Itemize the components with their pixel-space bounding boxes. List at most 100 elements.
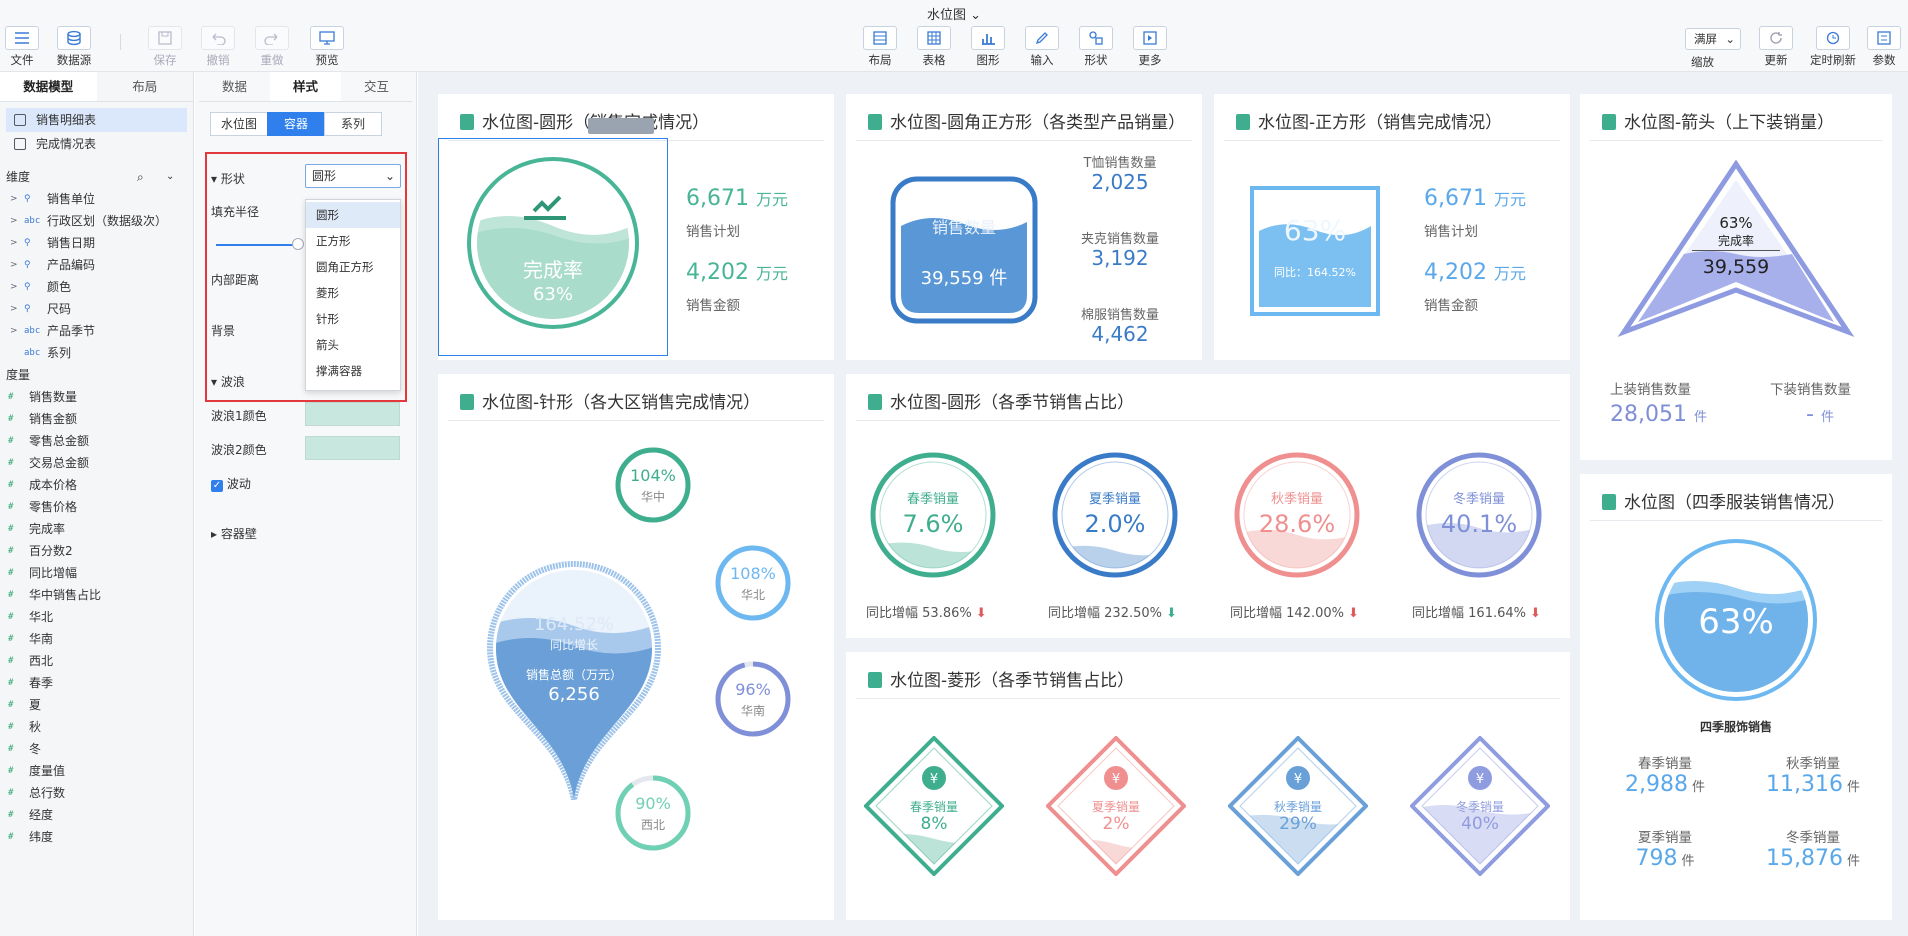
zoom-value: 满屏 [1694, 32, 1717, 46]
card-season-circles[interactable]: 水位图-圆形（各季节销售占比） 春季销量 7.6% 同比增幅 53.86% ⬇ 夏季销量… [846, 374, 1570, 638]
measure-item[interactable]: # 零售价格 [0, 496, 193, 518]
region-ring [715, 661, 791, 737]
measure-item[interactable]: # 经度 [0, 804, 193, 826]
measure-name: 零售价格 [29, 500, 78, 514]
measure-item[interactable]: # 华北 [0, 606, 193, 628]
dimension-item[interactable]: > ⚲ 颜色 [0, 276, 193, 298]
table-button[interactable]: 表格 [912, 26, 956, 68]
segment-waterlevel[interactable]: 水位图 [210, 112, 268, 136]
measure-item[interactable]: # 成本价格 [0, 474, 193, 496]
measure-item[interactable]: # 百分数2 [0, 540, 193, 562]
dimension-item[interactable]: > ⚲ 产品编码 [0, 254, 193, 276]
measure-item[interactable]: # 销售金额 [0, 408, 193, 430]
caret-down-icon: ▾ [211, 375, 218, 389]
document-title[interactable]: 水位图 ⌄ [0, 4, 1908, 23]
datasource-button[interactable]: 数据源 [52, 26, 96, 68]
chevron-down-icon[interactable]: ⌄ [166, 166, 174, 188]
measure-item[interactable]: # 销售数量 [0, 386, 193, 408]
shape-option[interactable]: 针形 [306, 306, 400, 332]
zoom-select[interactable]: 满屏 ⌄ [1685, 28, 1741, 50]
dimension-item[interactable]: > abc 行政区划（数据级次） [0, 210, 193, 232]
wave-row[interactable]: ▾ 波浪 [211, 373, 245, 390]
dimension-name: 产品季节 [47, 324, 96, 338]
text-field-icon: abc [24, 216, 41, 226]
measure-item[interactable]: # 度量值 [0, 760, 193, 782]
wave1-color-swatch[interactable] [305, 402, 400, 426]
container-wall-row[interactable]: ▸ 容器壁 [211, 525, 257, 542]
shape-option[interactable]: 箭头 [306, 332, 400, 358]
segment-series[interactable]: 系列 [324, 112, 382, 136]
tab-style[interactable]: 样式 [270, 72, 341, 101]
segment-container[interactable]: 容器 [267, 112, 325, 136]
measure-item[interactable]: # 同比增幅 [0, 562, 193, 584]
tab-data-model[interactable]: 数据模型 [0, 72, 97, 101]
card-four-season[interactable]: 水位图（四季服装销售情况） 63% 四季服饰销售 春季销量 2,988 件秋季销量 1… [1580, 474, 1892, 920]
tab-interaction[interactable]: 交互 [341, 72, 412, 101]
slider-handle[interactable] [292, 238, 304, 250]
card-square-sales[interactable]: 水位图-正方形（销售完成情况） 63% 同比：164.52% 6,671 万元 … [1214, 94, 1570, 360]
redo-button[interactable]: 重做 [250, 26, 294, 68]
preview-button[interactable]: 预览 [305, 26, 349, 68]
measure-item[interactable]: # 华中销售占比 [0, 584, 193, 606]
undo-button[interactable]: 撤销 [196, 26, 240, 68]
dimension-name: 尺码 [47, 302, 72, 316]
measure-item[interactable]: # 冬 [0, 738, 193, 760]
measure-item[interactable]: # 春季 [0, 672, 193, 694]
container-wall-label: 容器壁 [220, 527, 257, 541]
measure-item[interactable]: # 华南 [0, 628, 193, 650]
notebook-icon [1602, 494, 1616, 510]
card-rounded-square[interactable]: 水位图-圆角正方形（各类型产品销量） 销售数量 39,559 件 T恤销售数量 2… [846, 94, 1202, 360]
search-icon[interactable]: ⌕ [137, 166, 144, 188]
measure-item[interactable]: # 完成率 [0, 518, 193, 540]
dimension-item[interactable]: > ⚲ 销售日期 [0, 232, 193, 254]
table-icon [14, 138, 26, 150]
shape-option[interactable]: 正方形 [306, 228, 400, 254]
large-percent: 63% [1698, 602, 1774, 642]
measure-item[interactable]: # 交易总金额 [0, 452, 193, 474]
card-circle-sales[interactable]: 水位图-圆形（销售完成情况） 完成率 63% 6,671 万元 销售计划 4,2… [438, 94, 834, 360]
pin-value: 6,256 [548, 684, 600, 705]
layout-button[interactable]: 布局 [858, 26, 902, 68]
card-pin-regions[interactable]: 水位图-针形（各大区销售完成情况） 164.52% 同比增长 销售总额（万元） … [438, 374, 834, 920]
more-button[interactable]: 更多 [1128, 26, 1172, 68]
shape-button[interactable]: 形状 [1074, 26, 1118, 68]
refresh-button[interactable]: 更新 [1754, 26, 1798, 68]
timer-refresh-button[interactable]: 定时刷新 [1808, 26, 1858, 68]
card-season-diamonds[interactable]: 水位图-菱形（各季节销售占比） ¥ 春季销量 8% ¥ 夏季销量 2% ¥ 秋季销量 29% ¥ 冬… [846, 652, 1570, 920]
square-percent: 63% [1283, 214, 1347, 247]
table-item-completion[interactable]: 完成情况表 [6, 132, 187, 156]
dimension-item[interactable]: > ⚲ 销售单位 [0, 188, 193, 210]
measure-item[interactable]: # 秋 [0, 716, 193, 738]
divider [1224, 140, 1560, 141]
measure-icon: # [8, 436, 14, 446]
measure-item[interactable]: # 西北 [0, 650, 193, 672]
region-percent: 108% [730, 564, 776, 583]
file-button[interactable]: 文件 [0, 26, 44, 68]
dimension-item[interactable]: abc 系列 [0, 342, 193, 364]
measure-item[interactable]: # 零售总金额 [0, 430, 193, 452]
input-button[interactable]: 输入 [1020, 26, 1064, 68]
measure-item[interactable]: # 总行数 [0, 782, 193, 804]
save-button[interactable]: 保存 [143, 26, 187, 68]
measure-item[interactable]: # 纬度 [0, 826, 193, 848]
chart-button[interactable]: 图形 [966, 26, 1010, 68]
measure-list: # 销售数量 # 销售金额 # 零售总金额 # 交易总金额 # 成本价格 # 零售价格 # 完成率 # 百分数… [0, 386, 193, 848]
dimension-item[interactable]: > ⚲ 尺码 [0, 298, 193, 320]
shape-option[interactable]: 菱形 [306, 280, 400, 306]
params-button[interactable]: 参数 [1862, 26, 1906, 68]
tab-layout[interactable]: 布局 [97, 72, 194, 101]
fill-radius-slider[interactable] [216, 244, 300, 246]
measure-item[interactable]: # 夏 [0, 694, 193, 716]
wave2-color-swatch[interactable] [305, 436, 400, 460]
widget-toolbar[interactable] [588, 118, 654, 134]
shape-option[interactable]: 圆形 [306, 202, 400, 228]
table-item-sales-detail[interactable]: 销售明细表 [6, 108, 187, 132]
wave-animation-checkbox[interactable]: ✓ 波动 [211, 475, 251, 492]
shape-row[interactable]: ▾ 形状 [211, 170, 245, 187]
shape-option[interactable]: 圆角正方形 [306, 254, 400, 280]
tab-data[interactable]: 数据 [199, 72, 270, 101]
shape-select[interactable]: 圆形 ⌄ [305, 164, 401, 188]
dimension-item[interactable]: > abc 产品季节 [0, 320, 193, 342]
card-arrow[interactable]: 水位图-箭头（上下装销量） 63% 完成率 39,559 上装销售数量 28,0… [1580, 94, 1892, 460]
shape-option[interactable]: 撑满容器 [306, 358, 400, 384]
